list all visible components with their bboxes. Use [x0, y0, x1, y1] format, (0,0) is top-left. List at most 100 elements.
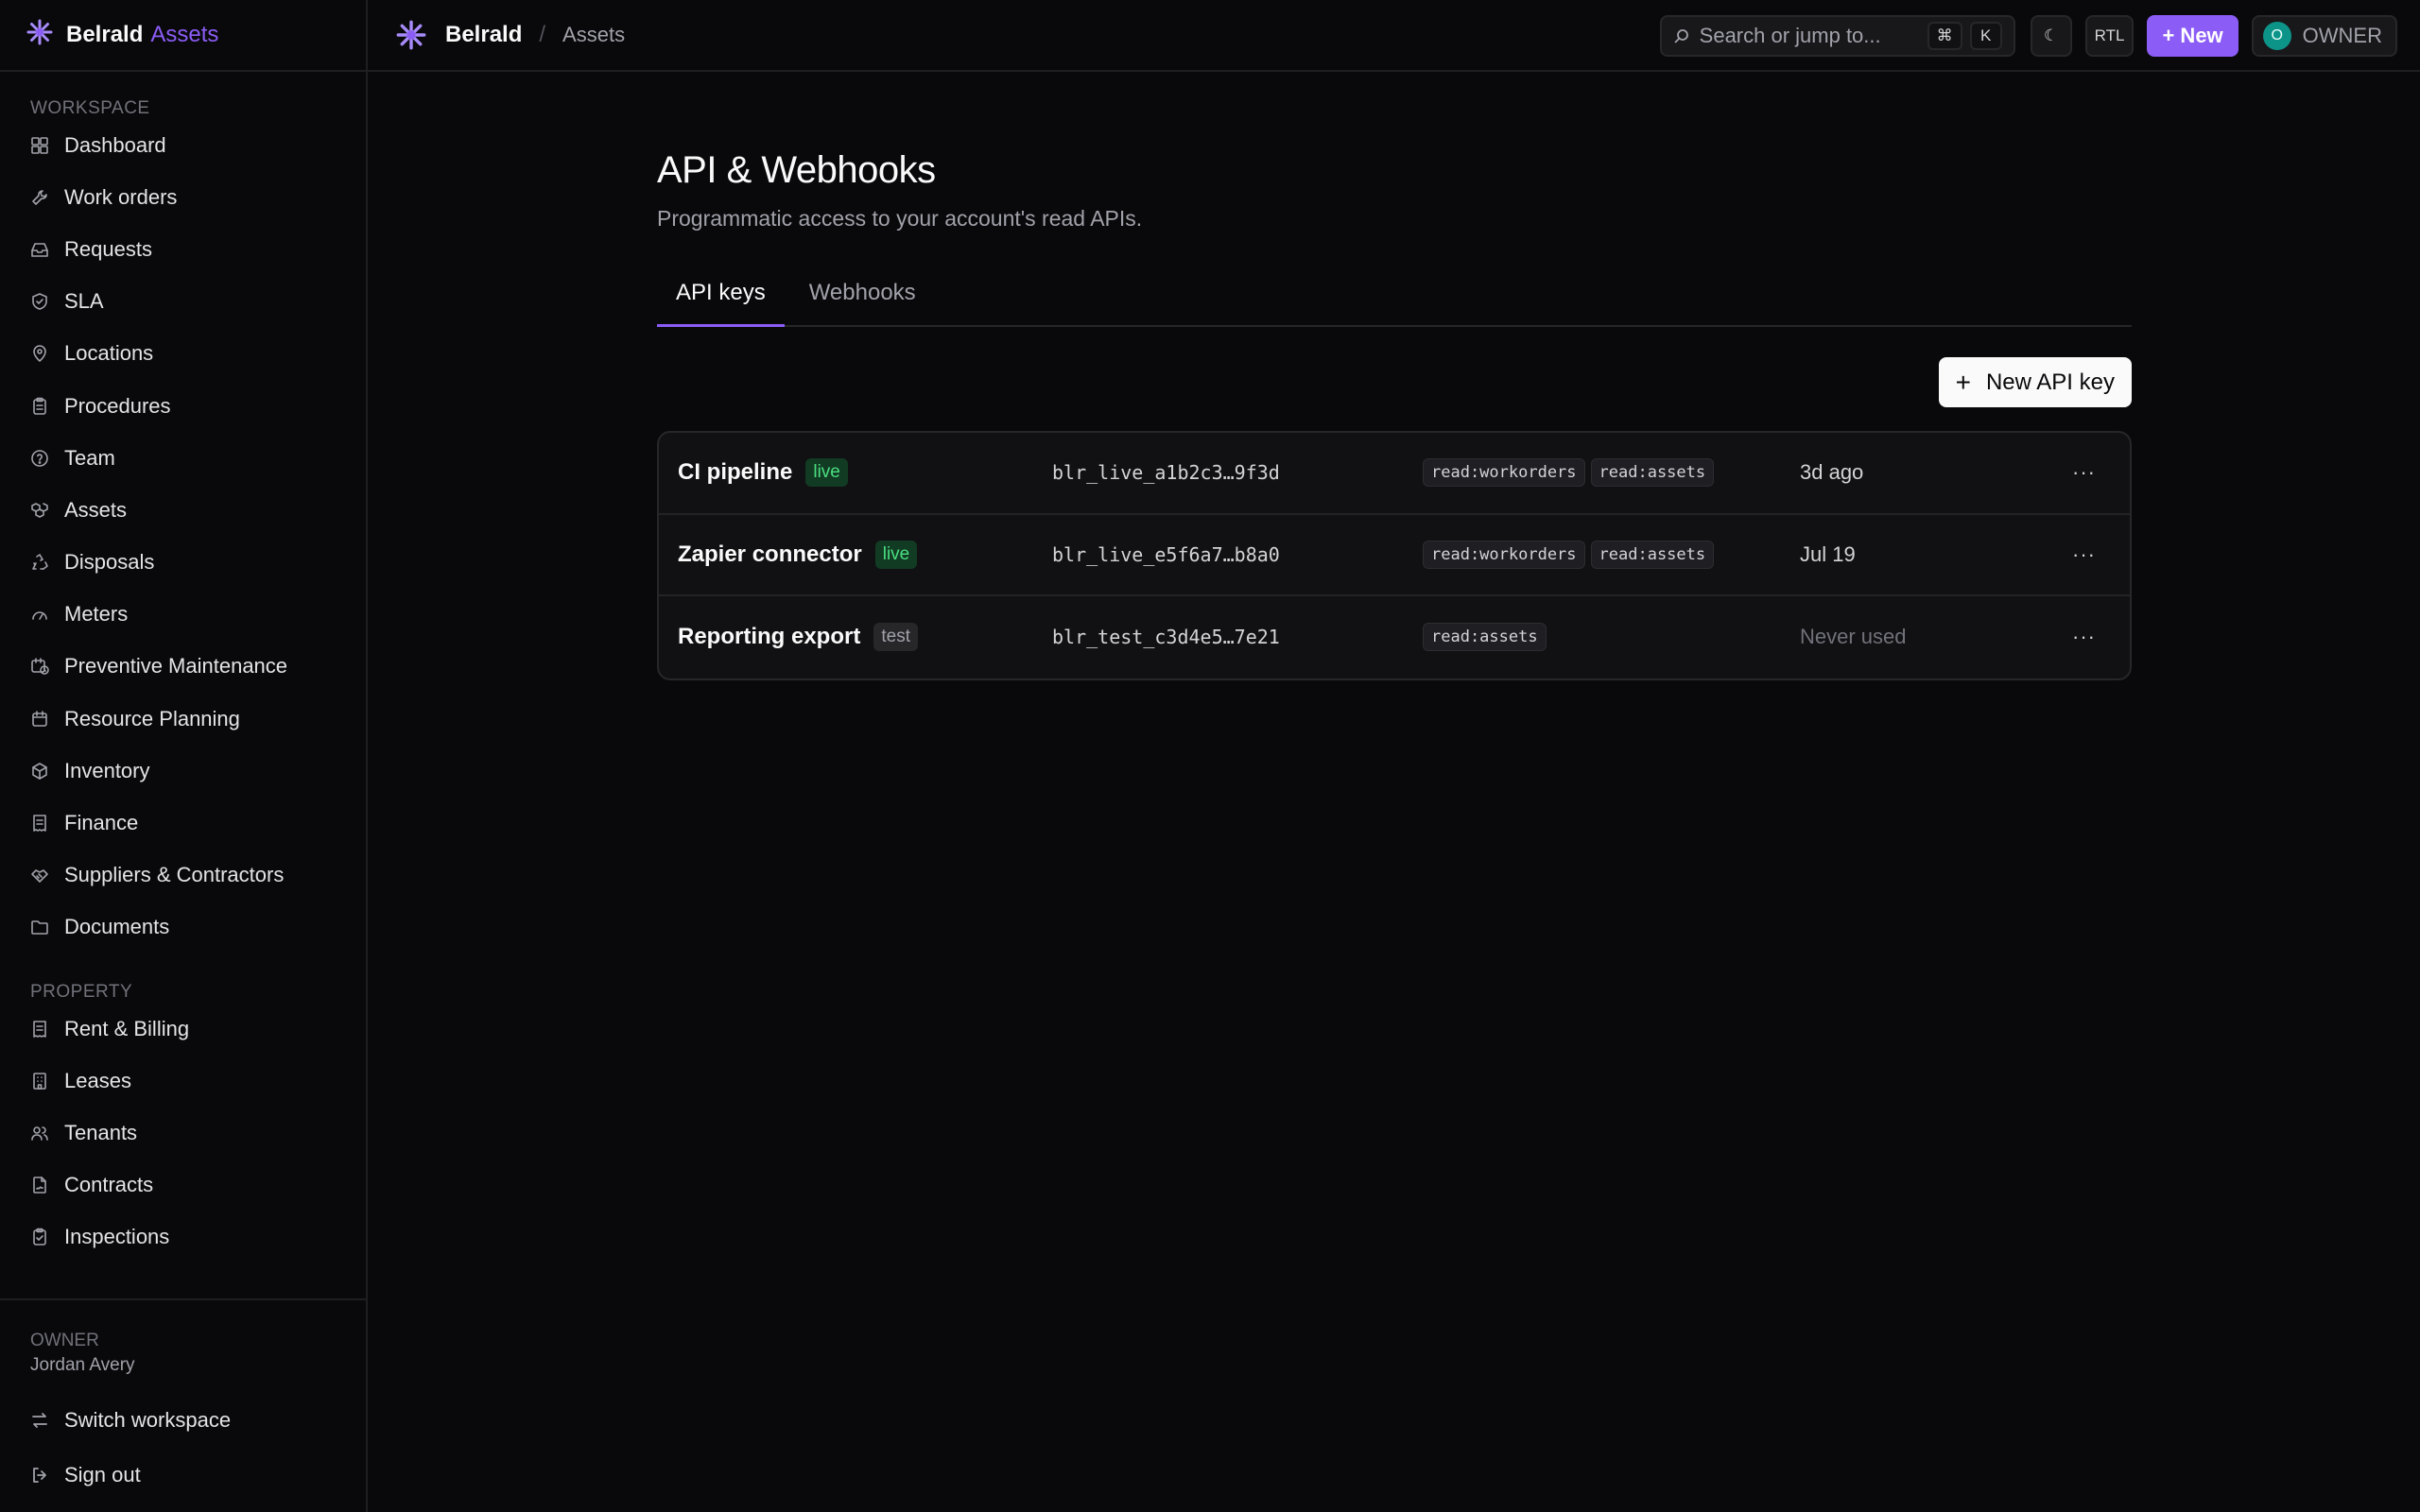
new-api-key-label: New API key	[1985, 369, 2115, 395]
new-button[interactable]: + New	[2147, 15, 2238, 57]
receipt-icon	[30, 814, 49, 833]
breadcrumb-product[interactable]: Assets	[562, 23, 625, 47]
kbd-k: K	[1969, 22, 2002, 50]
boxes-icon	[30, 501, 49, 520]
package-icon	[30, 762, 49, 781]
handshake-icon	[30, 866, 49, 885]
avatar: O	[2262, 22, 2291, 50]
scope-badge: read:assets	[1590, 540, 1715, 569]
theme-toggle-button[interactable]: ☾	[2030, 15, 2072, 57]
sidebar: Belrald Assets WORKSPACE Dashboard Work o…	[0, 0, 368, 1512]
breadcrumb-separator: /	[539, 22, 546, 47]
property-nav: Rent & Billing Leases Tenants Contracts Insp…	[0, 1003, 366, 1263]
new-api-key-button[interactable]: + New API key	[1938, 357, 2132, 407]
sidebar-item-label: Tenants	[64, 1120, 138, 1144]
sidebar-item-label: Leases	[64, 1068, 131, 1092]
sidebar-item-contracts[interactable]: Contracts	[0, 1160, 366, 1211]
sidebar-item-inventory[interactable]: Inventory	[0, 745, 366, 797]
topbar-actions: Search or jump to... ⌘ K ☾ RTL + New O O…	[1659, 15, 2397, 57]
rtl-toggle-button[interactable]: RTL	[2084, 15, 2135, 57]
key-name: Reporting export	[678, 624, 861, 650]
sidebar-item-sla[interactable]: SLA	[0, 276, 366, 328]
belrald-logo-icon	[26, 19, 66, 52]
current-user-name: Jordan Avery	[30, 1355, 135, 1375]
sign-out-label: Sign out	[64, 1463, 141, 1486]
search-icon	[1673, 27, 1690, 44]
account-role: OWNER	[2302, 24, 2382, 47]
brand-product: Assets	[150, 22, 219, 47]
sidebar-item-finance[interactable]: Finance	[0, 797, 366, 849]
sidebar-item-label: SLA	[64, 289, 104, 314]
sidebar-item-procedures[interactable]: Procedures	[0, 380, 366, 432]
sidebar-item-label: Inspections	[64, 1225, 170, 1249]
key-token: blr_test_c3d4e5…7e21	[1052, 626, 1280, 649]
sidebar-item-inspections[interactable]: Inspections	[0, 1211, 366, 1263]
sidebar-item-rent-and-billing[interactable]: Rent & Billing	[0, 1003, 366, 1055]
workspace-logo-icon	[396, 20, 426, 50]
breadcrumb-workspace[interactable]: Belrald	[445, 22, 522, 48]
wrench-icon	[30, 188, 49, 207]
sidebar-item-label: Procedures	[64, 393, 171, 418]
scope-badge: read:workorders	[1423, 458, 1585, 488]
row-more-icon[interactable]: ···	[2072, 542, 2096, 567]
brand[interactable]: Belrald Assets	[0, 0, 366, 72]
search-box[interactable]: Search or jump to... ⌘ K	[1659, 15, 2015, 57]
account-menu-button[interactable]: O OWNER	[2251, 15, 2397, 57]
key-token: blr_live_a1b2c3…9f3d	[1052, 461, 1280, 485]
shield-check-icon	[30, 292, 49, 311]
sidebar-item-team[interactable]: Team	[0, 432, 366, 484]
sign-out-button[interactable]: Sign out	[0, 1448, 366, 1503]
switch-arrows-icon	[30, 1411, 49, 1430]
plus-icon: +	[1955, 367, 1971, 397]
sidebar-item-dashboard[interactable]: Dashboard	[0, 119, 366, 171]
gauge-icon	[30, 605, 49, 624]
sidebar-item-preventive-maintenance[interactable]: Preventive Maintenance	[0, 641, 366, 693]
grid-icon	[30, 136, 49, 155]
recycle-icon	[30, 553, 49, 572]
sidebar-item-resource-planning[interactable]: Resource Planning	[0, 693, 366, 745]
env-badge: live	[874, 540, 918, 569]
sidebar-item-label: Resource Planning	[64, 706, 240, 730]
sidebar-item-requests[interactable]: Requests	[0, 223, 366, 275]
sidebar-item-label: Preventive Maintenance	[64, 654, 288, 679]
table-row: Zapier connector live blr_live_e5f6a7…b8a0…	[659, 515, 2130, 596]
search-placeholder: Search or jump to...	[1699, 24, 1881, 47]
calendar-icon	[30, 710, 49, 729]
sidebar-item-label: Assets	[64, 497, 128, 522]
env-badge: live	[805, 458, 848, 488]
sidebar-item-label: Suppliers & Contractors	[64, 863, 285, 887]
sidebar-item-label: Work orders	[64, 184, 178, 209]
sidebar-item-label: Dashboard	[64, 132, 166, 157]
inbox-icon	[30, 240, 49, 259]
sidebar-item-meters[interactable]: Meters	[0, 589, 366, 641]
switch-workspace-button[interactable]: Switch workspace	[0, 1393, 366, 1448]
sidebar-item-label: Contracts	[64, 1173, 154, 1197]
key-name-cell: Zapier connector live	[678, 540, 918, 569]
folder-icon	[30, 918, 49, 936]
tab-webhooks[interactable]: Webhooks	[790, 265, 935, 325]
sidebar-item-suppliers-and-contractors[interactable]: Suppliers & Contractors	[0, 850, 366, 902]
row-more-icon[interactable]: ···	[2072, 625, 2096, 649]
sidebar-item-disposals[interactable]: Disposals	[0, 537, 366, 589]
sidebar-item-tenants[interactable]: Tenants	[0, 1107, 366, 1159]
sidebar-item-label: Inventory	[64, 758, 150, 782]
sidebar-item-leases[interactable]: Leases	[0, 1055, 366, 1107]
sidebar-item-assets[interactable]: Assets	[0, 484, 366, 536]
sidebar-item-locations[interactable]: Locations	[0, 328, 366, 380]
current-role: OWNER	[30, 1331, 99, 1350]
sidebar-item-label: Rent & Billing	[64, 1016, 190, 1040]
workspace-section-label: WORKSPACE	[30, 98, 150, 118]
sidebar-item-work-orders[interactable]: Work orders	[0, 171, 366, 223]
page-title: API & Webhooks	[657, 149, 936, 191]
tab-api-keys[interactable]: API keys	[657, 265, 785, 327]
row-more-icon[interactable]: ···	[2072, 460, 2096, 485]
key-last-used: 3d ago	[1800, 460, 1864, 485]
key-scopes: read:assets	[1423, 623, 1552, 652]
sidebar-item-label: Disposals	[64, 550, 155, 575]
kbd-cmd: ⌘	[1927, 22, 1962, 50]
sidebar-item-documents[interactable]: Documents	[0, 902, 366, 954]
file-signature-icon	[30, 1176, 49, 1194]
key-name: Zapier connector	[678, 541, 862, 567]
calendar-clock-icon	[30, 657, 49, 676]
property-section-label: PROPERTY	[30, 982, 133, 1002]
